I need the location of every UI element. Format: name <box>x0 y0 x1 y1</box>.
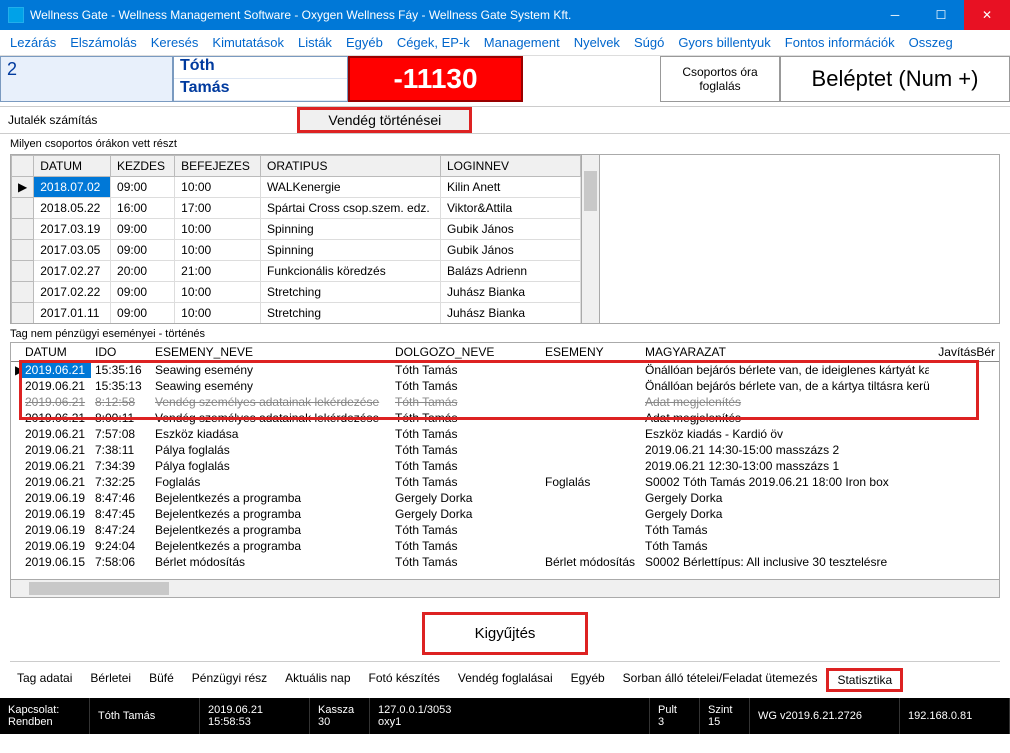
table-row[interactable]: 2017.02.2209:0010:00StretchingJuhász Bia… <box>12 282 581 303</box>
menu-gyors[interactable]: Gyors billentyuk <box>678 35 770 50</box>
table-row[interactable]: 2019.06.199:24:04Bejelentkezés a program… <box>11 538 999 554</box>
minimize-button[interactable]: ─ <box>872 0 918 30</box>
table-row[interactable]: 2017.03.0509:0010:00SpinningGubik János <box>12 240 581 261</box>
grid1-header-row: DATUM KEZDES BEFEJEZES ORATIPUS LOGINNEV <box>12 156 581 177</box>
status-szint: Szint15 <box>700 698 750 734</box>
section-header: Jutalék számítás Vendég történései <box>0 106 1010 134</box>
status-user: Tóth Tamás <box>90 698 200 734</box>
status-bar: Kapcsolat:Rendben Tóth Tamás 2019.06.211… <box>0 698 1010 734</box>
col2-right[interactable]: JavításBér <box>929 343 999 362</box>
grid1-label: Milyen csoportos órákon vett részt <box>0 134 1010 154</box>
status-datetime: 2019.06.2115:58:53 <box>200 698 310 734</box>
table-row[interactable]: 2019.06.218:12:58Vendég személyes adatai… <box>11 394 999 410</box>
status-version: WG v2019.6.21.2726 <box>750 698 900 734</box>
menu-kereses[interactable]: Keresés <box>151 35 199 50</box>
table-row[interactable]: 2019.06.157:58:06Bérlet módosításTóth Ta… <box>11 554 999 570</box>
col-datum[interactable]: DATUM <box>34 156 111 177</box>
grid2-hscroll[interactable] <box>10 580 1000 598</box>
tab-penzugyi[interactable]: Pénzügyi rész <box>183 668 276 692</box>
window-title: Wellness Gate - Wellness Management Soft… <box>30 8 872 22</box>
col2-datum[interactable]: DATUM <box>21 343 91 362</box>
col2-esemeny-neve[interactable]: ESEMENY_NEVE <box>151 343 391 362</box>
tab-foto[interactable]: Fotó készítés <box>360 668 449 692</box>
status-host: 127.0.0.1/3053oxy1 <box>370 698 650 734</box>
col2-esemeny[interactable]: ESEMENY <box>541 343 641 362</box>
tab-berletei[interactable]: Bérletei <box>81 668 140 692</box>
bottom-tabs: Tag adatai Bérletei Büfé Pénzügyi rész A… <box>0 662 1010 698</box>
col-kezdes[interactable]: KEZDES <box>111 156 175 177</box>
app-icon <box>8 7 24 23</box>
member-firstname: Tamás <box>174 79 347 101</box>
menu-kimutatasok[interactable]: Kimutatások <box>212 35 284 50</box>
balance-display: -11130 <box>348 56 523 102</box>
table-row[interactable]: 2019.06.217:57:08Eszköz kiadásaTóth Tamá… <box>11 426 999 442</box>
menu-osszeg[interactable]: Osszeg <box>909 35 953 50</box>
col-loginnev[interactable]: LOGINNEV <box>441 156 581 177</box>
status-pult: Pult3 <box>650 698 700 734</box>
status-kassza: Kassza30 <box>310 698 370 734</box>
tab-foglalasai[interactable]: Vendég foglalásai <box>449 668 562 692</box>
menu-bar: Lezárás Elszámolás Keresés Kimutatások L… <box>0 30 1010 56</box>
tab-bufe[interactable]: Büfé <box>140 668 183 692</box>
table-row[interactable]: 2017.03.1909:0010:00SpinningGubik János <box>12 219 581 240</box>
guest-history-title: Vendég történései <box>297 107 472 133</box>
grid2-header-row: DATUM IDO ESEMENY_NEVE DOLGOZO_NEVE ESEM… <box>11 343 999 362</box>
table-row[interactable]: 2019.06.198:47:45Bejelentkezés a program… <box>11 506 999 522</box>
member-name-box: Tóth Tamás <box>173 56 348 102</box>
table-row[interactable]: 2017.02.2720:0021:00Funkcionális köredzé… <box>12 261 581 282</box>
col2-ido[interactable]: IDO <box>91 343 151 362</box>
member-id-field[interactable]: 2 <box>0 56 173 102</box>
group-classes-panel: DATUM KEZDES BEFEJEZES ORATIPUS LOGINNEV… <box>10 154 1000 324</box>
maximize-button[interactable]: ☐ <box>918 0 964 30</box>
menu-lezaras[interactable]: Lezárás <box>10 35 56 50</box>
table-row[interactable]: 2017.01.1109:0010:00StretchingJuhász Bia… <box>12 303 581 324</box>
grid2-label: Tag nem pénzügyi eseményei - történés <box>0 324 1010 342</box>
group-classes-grid[interactable]: DATUM KEZDES BEFEJEZES ORATIPUS LOGINNEV… <box>11 155 581 323</box>
col-befejezes[interactable]: BEFEJEZES <box>175 156 261 177</box>
col2-magyarazat[interactable]: MAGYARAZAT <box>641 343 929 362</box>
collect-button[interactable]: Kigyűjtés <box>422 612 589 655</box>
menu-egyeb[interactable]: Egyéb <box>346 35 383 50</box>
table-row[interactable]: 2019.06.217:34:39Pálya foglalásTóth Tamá… <box>11 458 999 474</box>
menu-listak[interactable]: Listák <box>298 35 332 50</box>
table-row[interactable]: 2019.06.217:38:11Pálya foglalásTóth Tamá… <box>11 442 999 458</box>
table-row[interactable]: ▶2018.07.0209:0010:00WALKenergieKilin An… <box>12 177 581 198</box>
menu-fontos[interactable]: Fontos információk <box>785 35 895 50</box>
table-row[interactable]: 2018.05.2216:0017:00Spártai Cross csop.s… <box>12 198 581 219</box>
member-lastname: Tóth <box>174 57 347 79</box>
detail-pane <box>599 155 999 323</box>
top-row: 2 Tóth Tamás -11130 Csoportos óra foglal… <box>0 56 1010 102</box>
menu-nyelvek[interactable]: Nyelvek <box>574 35 620 50</box>
tab-aktualis[interactable]: Aktuális nap <box>276 668 359 692</box>
table-row[interactable]: 2019.06.218:00:11Vendég személyes adatai… <box>11 410 999 426</box>
menu-cegek[interactable]: Cégek, EP-k <box>397 35 470 50</box>
col2-dolgozo[interactable]: DOLGOZO_NEVE <box>391 343 541 362</box>
status-ip: 192.168.0.81 <box>900 698 1010 734</box>
col-oratipus[interactable]: ORATIPUS <box>261 156 441 177</box>
menu-elszamolas[interactable]: Elszámolás <box>70 35 136 50</box>
events-panel: DATUM IDO ESEMENY_NEVE DOLGOZO_NEVE ESEM… <box>10 342 1000 598</box>
tab-sorban[interactable]: Sorban álló tételei/Feladat ütemezés <box>614 668 827 692</box>
status-connection: Kapcsolat:Rendben <box>0 698 90 734</box>
tab-statisztika[interactable]: Statisztika <box>826 668 903 692</box>
collect-row: Kigyűjtés <box>10 602 1000 662</box>
grid1-scrollbar[interactable] <box>581 155 599 323</box>
table-row[interactable]: 2019.06.198:47:46Bejelentkezés a program… <box>11 490 999 506</box>
close-button[interactable]: ✕ <box>964 0 1010 30</box>
table-row[interactable]: 2019.06.2115:35:13Seawing eseményTóth Ta… <box>11 378 999 394</box>
tab-egyeb[interactable]: Egyéb <box>562 668 614 692</box>
table-row[interactable]: 2019.06.198:47:24Bejelentkezés a program… <box>11 522 999 538</box>
checkin-button[interactable]: Beléptet (Num +) <box>780 56 1010 102</box>
commission-label: Jutalék számítás <box>8 113 97 127</box>
table-row[interactable]: 2019.06.217:32:25FoglalásTóth TamásFogla… <box>11 474 999 490</box>
group-booking-button[interactable]: Csoportos óra foglalás <box>660 56 780 102</box>
events-grid[interactable]: DATUM IDO ESEMENY_NEVE DOLGOZO_NEVE ESEM… <box>10 342 1000 580</box>
menu-sugo[interactable]: Súgó <box>634 35 664 50</box>
tab-tag-adatai[interactable]: Tag adatai <box>8 668 81 692</box>
menu-management[interactable]: Management <box>484 35 560 50</box>
title-bar: Wellness Gate - Wellness Management Soft… <box>0 0 1010 30</box>
table-row[interactable]: ▶2019.06.2115:35:16Seawing eseményTóth T… <box>11 362 999 379</box>
